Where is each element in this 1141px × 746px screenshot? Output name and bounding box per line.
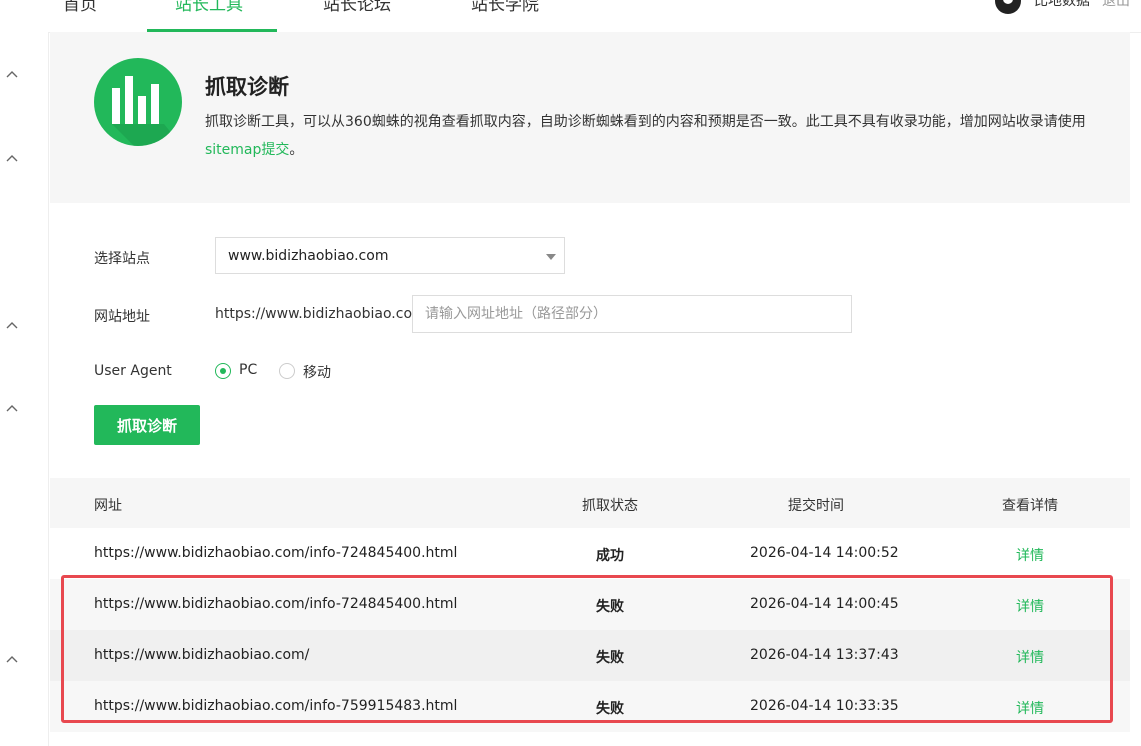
- page-description: 抓取诊断工具，可以从360蜘蛛的视角查看抓取内容，自助诊断蜘蛛看到的内容和预期是…: [205, 108, 1105, 164]
- site-select-value: www.bidizhaobiao.com: [228, 248, 389, 264]
- row-time: 2026-04-14 14:00:45: [750, 596, 899, 612]
- crawl-diagnose-button[interactable]: 抓取诊断: [94, 405, 200, 445]
- row-time: 2026-04-14 10:33:35: [750, 698, 899, 714]
- row-status: 失败: [596, 701, 624, 717]
- chevron-up-icon[interactable]: [6, 654, 18, 666]
- description-text: 抓取诊断工具，可以从360蜘蛛的视角查看抓取内容，自助诊断蜘蛛看到的内容和预期是…: [205, 114, 1086, 130]
- caret-down-icon: [546, 254, 556, 260]
- description-suffix: 。: [289, 142, 304, 158]
- site-select-label: 选择站点: [94, 251, 150, 267]
- column-header-time: 提交时间: [788, 498, 844, 514]
- ua-radio-pc[interactable]: [215, 363, 231, 379]
- row-time: 2026-04-14 13:37:43: [750, 647, 899, 663]
- site-address-prefix: https://www.bidizhaobiao.com/: [215, 306, 431, 322]
- site-address-label: 网站地址: [94, 309, 150, 325]
- row-status: 失败: [596, 650, 624, 666]
- row-status: 成功: [596, 548, 624, 564]
- chevron-up-icon[interactable]: [6, 320, 18, 332]
- table-row: https://www.bidizhaobiao.com/info-759915…: [50, 681, 1130, 732]
- results-table: 网址 抓取状态 提交时间 查看详情 https://www.bidizhaobi…: [50, 478, 1130, 732]
- chevron-up-icon[interactable]: [6, 153, 18, 165]
- tool-header: 抓取诊断 抓取诊断工具，可以从360蜘蛛的视角查看抓取内容，自助诊断蜘蛛看到的内…: [50, 32, 1130, 203]
- url-path-input[interactable]: [412, 295, 852, 333]
- table-row: https://www.bidizhaobiao.com/info-724845…: [50, 579, 1130, 630]
- ua-radio-pc-label[interactable]: PC: [239, 362, 257, 378]
- column-header-status: 抓取状态: [582, 498, 638, 514]
- table-header: 网址 抓取状态 提交时间 查看详情: [50, 478, 1130, 528]
- table-row: https://www.bidizhaobiao.com/ 失败 2026-04…: [50, 630, 1130, 681]
- site-select[interactable]: www.bidizhaobiao.com: [215, 237, 565, 274]
- row-time: 2026-04-14 14:00:52: [750, 545, 899, 561]
- row-detail-link[interactable]: 详情: [1016, 545, 1044, 565]
- table-row: https://www.bidizhaobiao.com/info-724845…: [50, 528, 1130, 579]
- nav-item-webmaster-tools[interactable]: 站长工具: [175, 0, 243, 15]
- avatar[interactable]: [995, 0, 1021, 14]
- nav-item-forum[interactable]: 站长论坛: [323, 0, 391, 15]
- row-detail-link[interactable]: 详情: [1016, 647, 1044, 667]
- column-header-detail: 查看详情: [1002, 498, 1058, 514]
- top-nav: 首页 站长工具 站长论坛 站长学院 比地数据 退出: [0, 0, 1141, 33]
- nav-item-academy[interactable]: 站长学院: [471, 0, 539, 15]
- chevron-up-icon[interactable]: [6, 69, 18, 81]
- row-url: https://www.bidizhaobiao.com/info-759915…: [94, 698, 458, 714]
- bar-chart-logo-icon: [94, 58, 182, 146]
- chevron-up-icon[interactable]: [6, 403, 18, 415]
- logout-link[interactable]: 退出: [1102, 0, 1130, 10]
- column-header-url: 网址: [94, 498, 122, 514]
- user-name[interactable]: 比地数据: [1034, 0, 1090, 10]
- left-rail: [0, 32, 49, 746]
- row-url: https://www.bidizhaobiao.com/: [94, 647, 310, 663]
- row-url: https://www.bidizhaobiao.com/info-724845…: [94, 545, 458, 561]
- row-url: https://www.bidizhaobiao.com/info-724845…: [94, 596, 458, 612]
- user-agent-label: User Agent: [94, 363, 172, 379]
- row-detail-link[interactable]: 详情: [1016, 596, 1044, 616]
- sitemap-submit-link[interactable]: sitemap提交: [205, 142, 289, 158]
- row-status: 失败: [596, 599, 624, 615]
- page-title: 抓取诊断: [205, 75, 289, 99]
- ua-radio-mobile-label[interactable]: 移动: [303, 362, 331, 382]
- row-detail-link[interactable]: 详情: [1016, 698, 1044, 718]
- ua-radio-mobile[interactable]: [279, 363, 295, 379]
- nav-item-home[interactable]: 首页: [63, 0, 97, 15]
